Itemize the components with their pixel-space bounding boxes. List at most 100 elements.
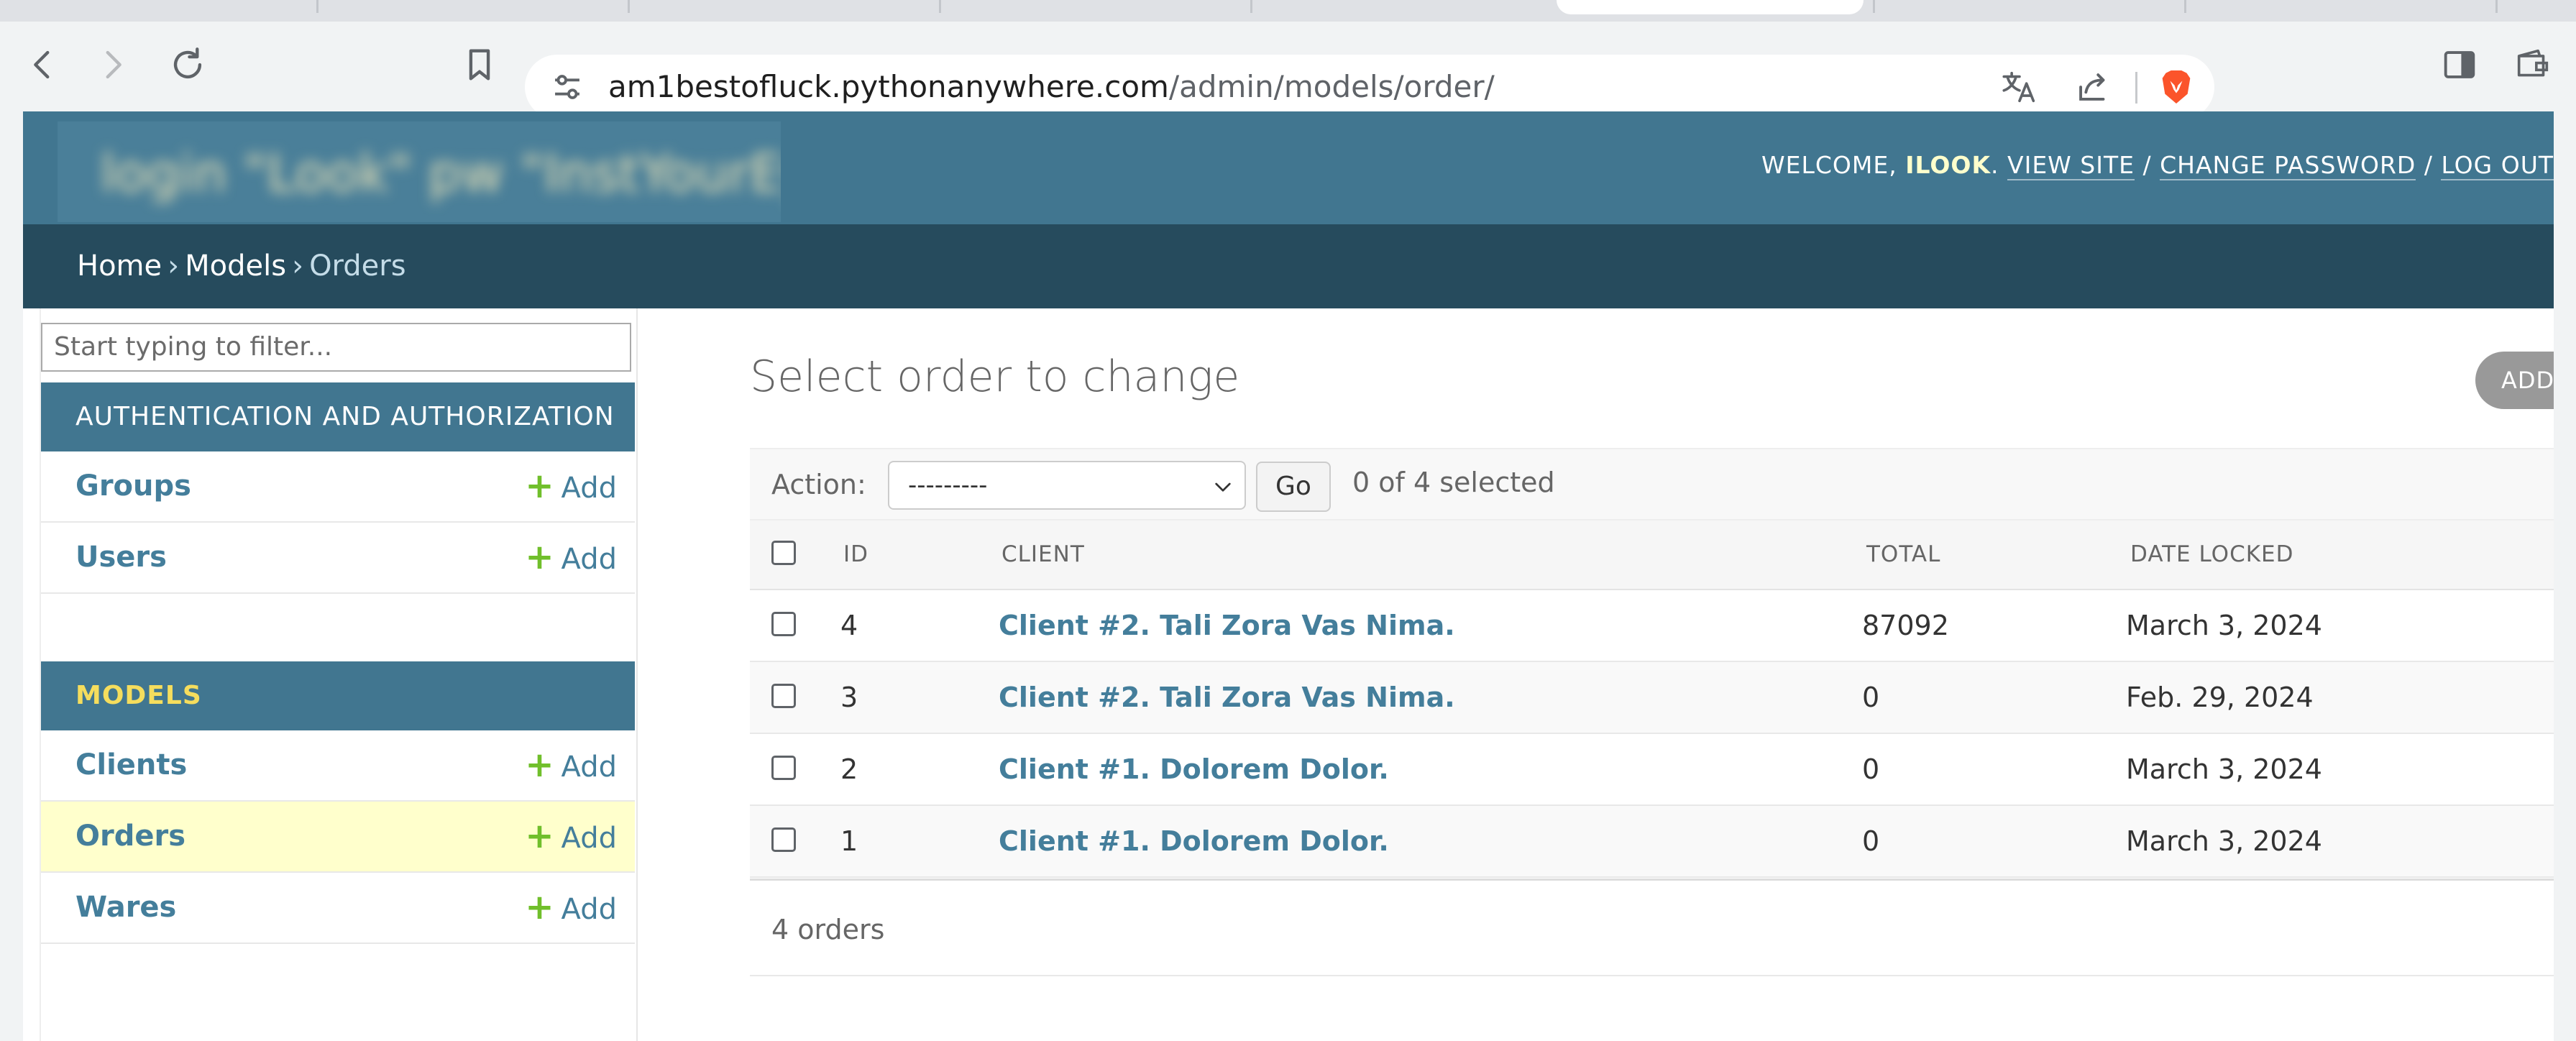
cell-client-link[interactable]: Client #2. Tali Zora Vas Nima. — [999, 662, 1455, 733]
active-tab[interactable] — [1557, 0, 1864, 14]
add-label: Add — [561, 472, 617, 505]
change-password-link[interactable]: CHANGE PASSWORD — [2160, 151, 2416, 180]
translate-icon[interactable] — [1999, 66, 2040, 108]
breadcrumb-separator: › — [168, 249, 180, 283]
view-site-link[interactable]: VIEW SITE — [2007, 151, 2135, 180]
back-icon[interactable] — [22, 44, 63, 86]
add-label: Add — [561, 822, 617, 855]
nav-filter-input[interactable]: Start typing to filter... — [41, 323, 631, 372]
sidebar-item-label[interactable]: Orders — [75, 802, 185, 871]
add-client-link[interactable]: + Add — [525, 730, 617, 802]
breadcrumb-separator: › — [292, 249, 304, 283]
action-label: Action: — [771, 469, 866, 500]
select-all-checkbox[interactable] — [771, 541, 796, 565]
tab-separator — [628, 0, 630, 13]
cell-id: 1 — [840, 825, 858, 857]
brave-shield-icon[interactable] — [2155, 66, 2197, 108]
cell-total: 87092 — [1862, 610, 1949, 641]
admin-header: login "Look" pw "InstYourEyes" WELCOME, … — [23, 111, 2554, 224]
cell-total: 0 — [1862, 825, 1880, 857]
row-checkbox[interactable] — [771, 684, 796, 708]
add-label: Add — [561, 893, 617, 926]
sidebar-toggle-icon[interactable] — [2439, 44, 2480, 86]
app-caption-models[interactable]: MODELS — [41, 661, 635, 730]
table-header: ID CLIENT TOTAL DATE LOCKED — [750, 519, 2554, 590]
breadcrumb-home[interactable]: Home — [77, 249, 162, 283]
column-header-date-locked[interactable]: DATE LOCKED — [2130, 520, 2294, 589]
table-row: 4 Client #2. Tali Zora Vas Nima. 87092 M… — [750, 590, 2554, 662]
go-button[interactable]: Go — [1256, 462, 1331, 512]
row-checkbox[interactable] — [771, 827, 796, 852]
table-row: 3 Client #2. Tali Zora Vas Nima. 0 Feb. … — [750, 662, 2554, 734]
action-select[interactable]: --------- — [888, 461, 1246, 510]
sidebar-item-users[interactable]: Users + Add — [41, 523, 635, 594]
browser-toolbar: am1bestofluck.pythonanywhere.com/admin/m… — [0, 22, 2576, 119]
breadcrumb-models[interactable]: Models — [185, 249, 286, 283]
plus-icon: + — [525, 537, 554, 577]
app-caption-auth[interactable]: AUTHENTICATION AND AUTHORIZATION — [41, 382, 635, 451]
cell-date-locked: March 3, 2024 — [2126, 610, 2322, 641]
site-name: login "Look" pw "InstYourEyes" — [101, 143, 781, 203]
sidebar-item-label[interactable]: Clients — [75, 730, 187, 800]
url-text[interactable]: am1bestofluck.pythonanywhere.com/admin/m… — [608, 55, 1495, 119]
site-settings-icon[interactable] — [546, 66, 588, 108]
cell-id: 3 — [840, 682, 858, 713]
tab-separator — [2184, 0, 2186, 13]
add-label: Add — [561, 543, 617, 576]
tab-strip — [0, 0, 2576, 22]
cell-client-link[interactable]: Client #1. Dolorem Dolor. — [999, 806, 1389, 876]
tab-separator — [2495, 0, 2498, 13]
forward-icon[interactable] — [92, 44, 134, 86]
cell-client-link[interactable]: Client #2. Tali Zora Vas Nima. — [999, 590, 1455, 661]
table-row: 1 Client #1. Dolorem Dolor. 0 March 3, 2… — [750, 806, 2554, 878]
add-order-button[interactable]: ADD ORDER + — [2475, 352, 2554, 409]
username: ILOOK — [1905, 151, 1991, 179]
url-host: am1bestofluck.pythonanywhere.com — [608, 69, 1169, 104]
cell-id: 2 — [840, 753, 858, 785]
row-checkbox[interactable] — [771, 756, 796, 780]
cell-date-locked: March 3, 2024 — [2126, 825, 2322, 857]
sidebar-item-groups[interactable]: Groups + Add — [41, 451, 635, 523]
user-tools: WELCOME, ILOOK. VIEW SITE / CHANGE PASSW… — [1761, 151, 2554, 180]
add-ware-link[interactable]: + Add — [525, 873, 617, 945]
row-checkbox[interactable] — [771, 612, 796, 636]
site-branding[interactable]: login "Look" pw "InstYourEyes" — [58, 121, 781, 222]
cell-client-link[interactable]: Client #1. Dolorem Dolor. — [999, 734, 1389, 804]
sidebar-item-orders[interactable]: Orders + Add — [41, 802, 635, 873]
add-group-link[interactable]: + Add — [525, 451, 617, 523]
user-tools-separator: / — [2142, 151, 2152, 179]
cell-date-locked: March 3, 2024 — [2126, 753, 2322, 785]
column-header-client[interactable]: CLIENT — [1001, 520, 1085, 589]
add-user-link[interactable]: + Add — [525, 523, 617, 595]
wallet-icon[interactable] — [2512, 44, 2554, 86]
breadcrumb-current: Orders — [309, 249, 406, 283]
main-content: Select order to change ADD ORDER + Actio… — [636, 308, 2554, 1041]
sidebar-item-wares[interactable]: Wares + Add — [41, 873, 635, 944]
chevron-down-icon — [1215, 482, 1231, 492]
sidebar-item-label[interactable]: Groups — [75, 451, 191, 521]
bookmark-icon[interactable] — [459, 44, 500, 86]
sidebar-item-label[interactable]: Wares — [75, 873, 176, 943]
plus-icon: + — [525, 887, 554, 927]
logout-link[interactable]: LOG OUT — [2441, 151, 2554, 180]
welcome-text: WELCOME, — [1761, 151, 1897, 179]
table-row: 2 Client #1. Dolorem Dolor. 0 March 3, 2… — [750, 734, 2554, 806]
reload-icon[interactable] — [167, 44, 208, 86]
nav-sidebar: Start typing to filter... AUTHENTICATION… — [23, 308, 638, 1041]
add-label: Add — [561, 751, 617, 784]
plus-icon: + — [525, 816, 554, 856]
cell-total: 0 — [1862, 682, 1880, 713]
cell-id: 4 — [840, 610, 858, 641]
plus-icon: + — [525, 745, 554, 785]
add-order-link[interactable]: + Add — [525, 802, 617, 873]
page-title: Select order to change — [750, 352, 1240, 402]
column-header-id[interactable]: ID — [843, 520, 868, 589]
tab-separator — [1873, 0, 1875, 13]
actions-bar: Action: --------- Go 0 of 4 selected — [750, 448, 2554, 520]
sidebar-item-clients[interactable]: Clients + Add — [41, 730, 635, 802]
column-header-total[interactable]: TOTAL — [1866, 520, 1940, 589]
cell-total: 0 — [1862, 753, 1880, 785]
share-icon[interactable] — [2072, 66, 2114, 108]
sidebar-item-label[interactable]: Users — [75, 523, 167, 592]
address-bar[interactable]: am1bestofluck.pythonanywhere.com/admin/m… — [525, 55, 2214, 119]
